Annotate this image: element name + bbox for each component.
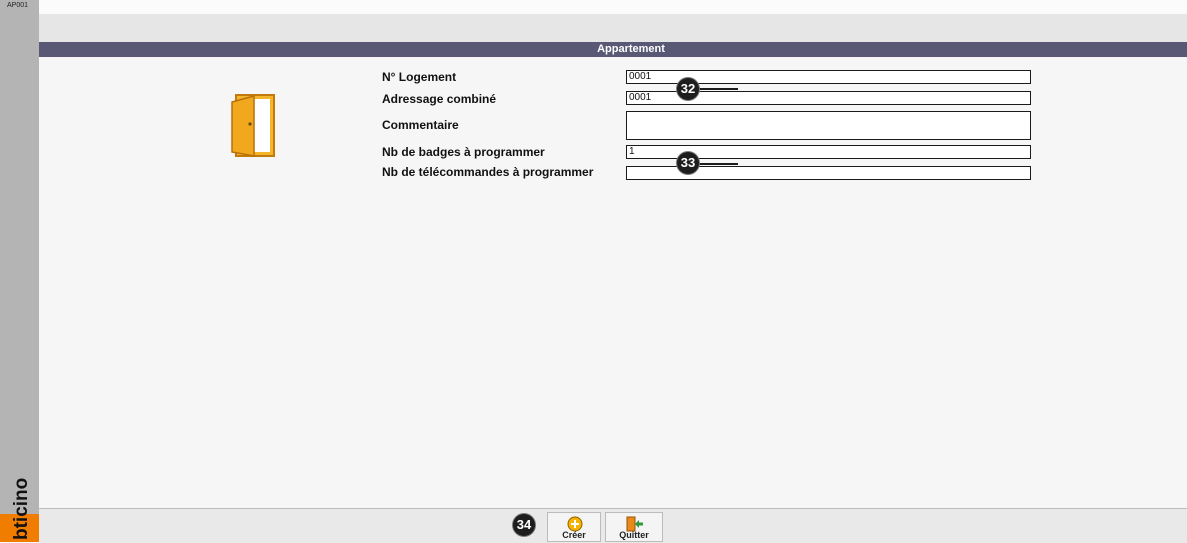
- bticino-logo: bticino: [0, 452, 39, 542]
- top-rule: [39, 0, 1187, 15]
- callout-marker: 33: [677, 152, 699, 174]
- callout-marker: 32: [677, 78, 699, 100]
- remotes-count-label: Nb de télécommandes à programmer: [382, 165, 594, 179]
- comment-input[interactable]: [626, 111, 1031, 140]
- door-icon: [231, 94, 275, 157]
- badges-count-label: Nb de badges à programmer: [382, 145, 545, 159]
- housing-number-label: N° Logement: [382, 70, 457, 84]
- window-title-bar: Appartement: [39, 42, 1187, 57]
- window-title: Appartement: [597, 43, 665, 55]
- callout-marker: 34: [513, 514, 535, 536]
- header-band: [39, 14, 1187, 42]
- combined-address-label: Adressage combiné: [382, 92, 497, 106]
- quit-button-label: Quitter: [619, 530, 649, 540]
- comment-label: Commentaire: [382, 118, 459, 132]
- svg-text:bticino: bticino: [11, 478, 32, 540]
- screen-code: AP001: [7, 2, 29, 9]
- quit-button[interactable]: Quitter: [605, 512, 663, 542]
- sidebar: AP001 bticino: [0, 0, 39, 542]
- create-button-label: Créer: [562, 530, 586, 540]
- create-button[interactable]: Créer: [547, 512, 601, 542]
